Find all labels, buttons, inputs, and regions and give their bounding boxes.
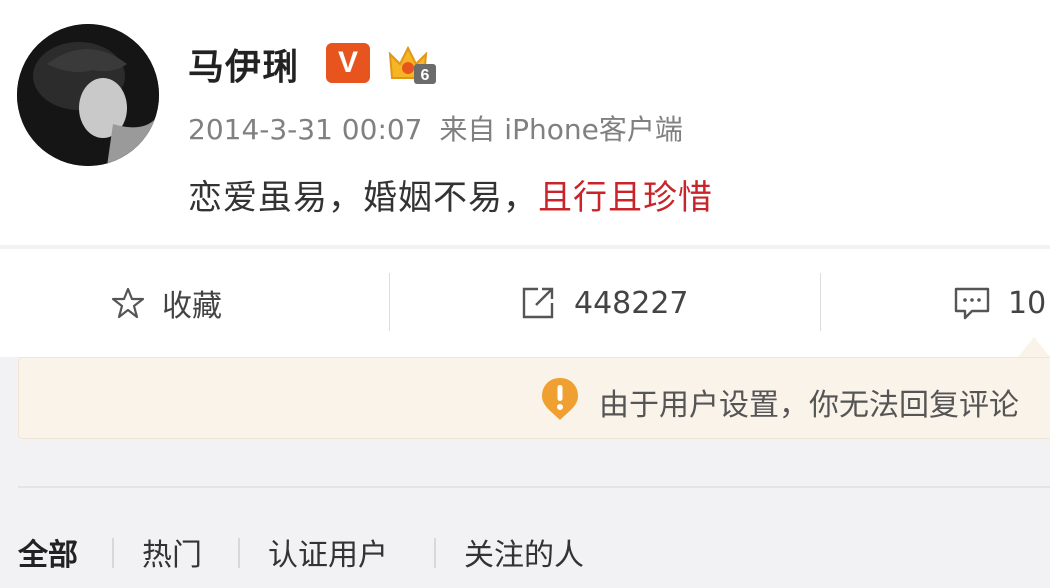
- notice-pointer: [1018, 337, 1050, 357]
- repost-button[interactable]: 448227: [518, 277, 689, 329]
- tab-following[interactable]: 关注的人: [464, 530, 584, 574]
- tab-separator: [238, 538, 240, 568]
- tab-hot[interactable]: 热门: [142, 530, 202, 574]
- comment-icon: [954, 287, 990, 320]
- post-card: 马伊琍 V 6 2014-3-31 00:07 来自 iPhone客户端 恋爱虽…: [0, 0, 1050, 245]
- comment-count: 10: [1008, 285, 1047, 321]
- tab-separator: [434, 538, 436, 568]
- tab-verified-users[interactable]: 认证用户: [268, 530, 388, 574]
- notice-text: 由于用户设置，你无法回复评论: [599, 388, 1019, 423]
- post-content: 恋爱虽易，婚姻不易，且行且珍惜: [188, 170, 713, 219]
- avatar-image: [17, 24, 159, 166]
- tab-all[interactable]: 全部: [18, 530, 78, 574]
- comment-button[interactable]: 10: [952, 277, 1046, 329]
- star-icon: [111, 287, 145, 319]
- post-meta: 2014-3-31 00:07 来自 iPhone客户端: [188, 108, 683, 148]
- action-divider: [389, 273, 390, 331]
- member-level: 6: [421, 67, 430, 84]
- post-content-text: 恋爱虽易，婚姻不易，: [188, 178, 538, 218]
- section-divider: [18, 486, 1050, 488]
- post-source: 来自 iPhone客户端: [439, 113, 683, 146]
- action-divider: [820, 273, 821, 331]
- tab-separator: [112, 538, 114, 568]
- comment-restriction-notice: 由于用户设置，你无法回复评论: [18, 357, 1050, 439]
- action-bar: 收藏 448227 10: [0, 249, 1050, 357]
- verified-badge[interactable]: V: [326, 43, 370, 83]
- warning-pin-icon: [539, 376, 581, 422]
- post-timestamp[interactable]: 2014-3-31 00:07: [188, 113, 423, 146]
- member-crown-icon[interactable]: 6: [386, 40, 438, 86]
- post-content-highlight[interactable]: 且行且珍惜: [538, 178, 713, 218]
- repost-count: 448227: [574, 285, 689, 321]
- favorite-button[interactable]: 收藏: [110, 277, 222, 329]
- share-icon: [522, 287, 554, 319]
- favorite-label: 收藏: [162, 289, 222, 324]
- avatar[interactable]: [17, 24, 159, 166]
- username[interactable]: 马伊琍: [188, 38, 299, 90]
